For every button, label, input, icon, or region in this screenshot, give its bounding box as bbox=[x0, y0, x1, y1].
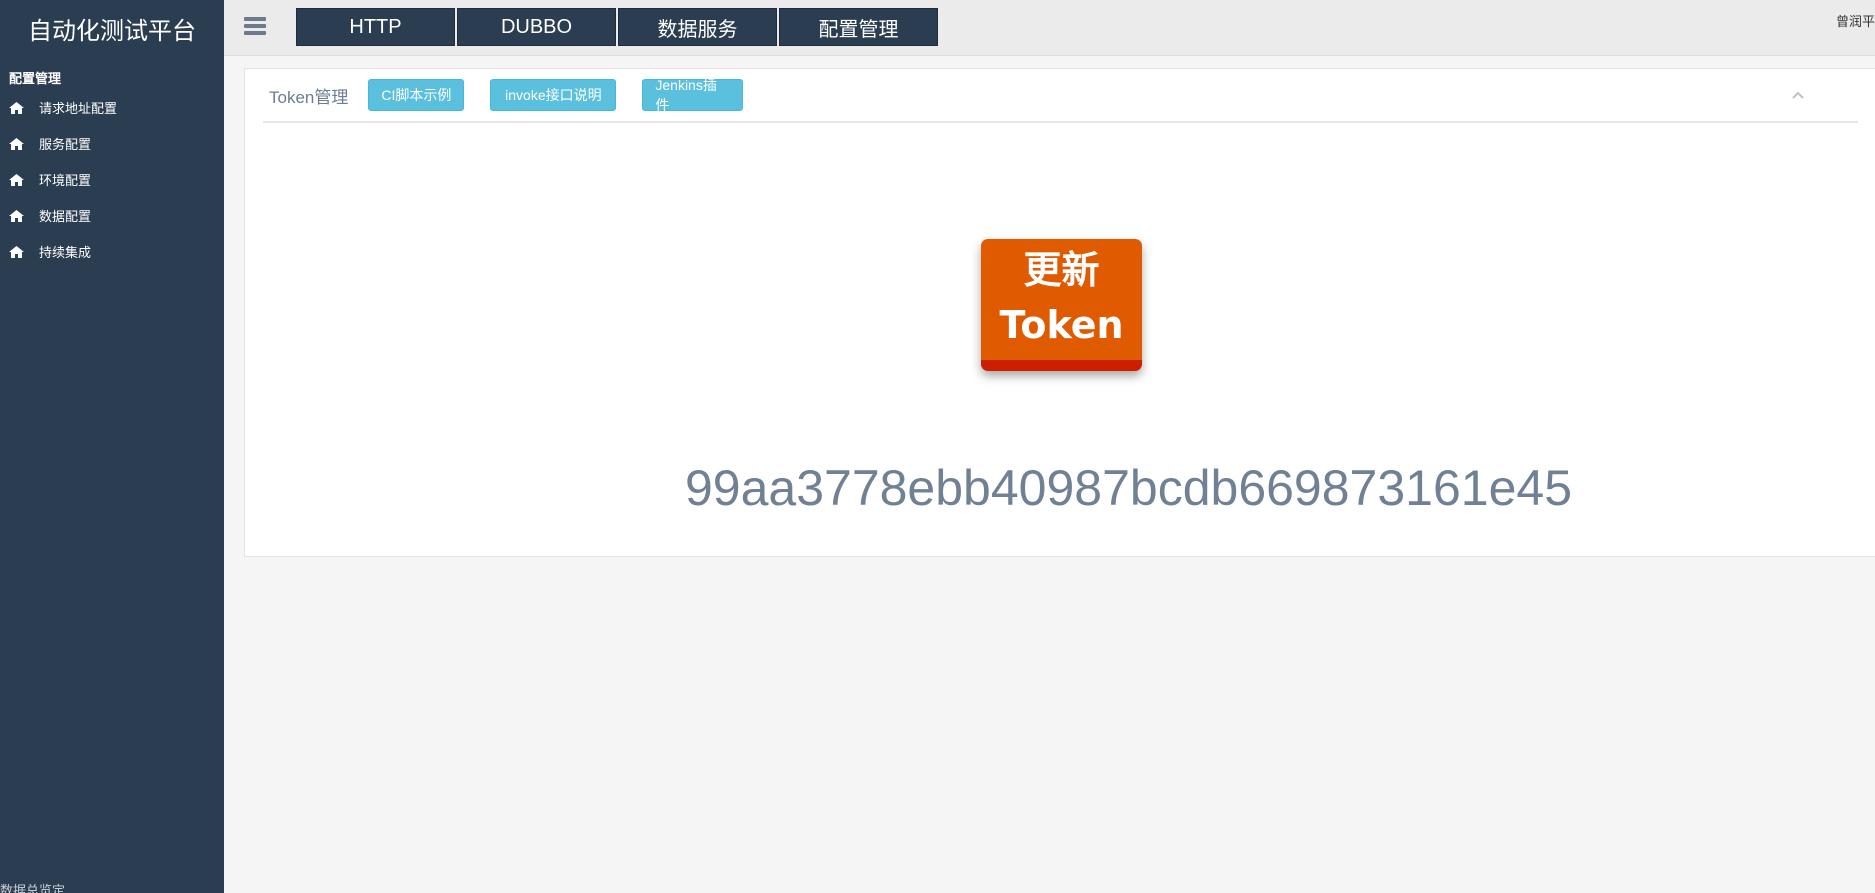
top-tabs: HTTP DUBBO 数据服务 配置管理 bbox=[296, 8, 940, 46]
home-icon bbox=[9, 209, 26, 222]
sidebar: 自动化测试平台 配置管理 请求地址配置 服务配置 环境配置 数据配置 持续集成 … bbox=[0, 0, 224, 893]
tab-dubbo[interactable]: DUBBO bbox=[457, 8, 616, 46]
menu-toggle-icon[interactable] bbox=[240, 14, 272, 42]
sidebar-footer: 数据总览定 ... bbox=[0, 883, 80, 893]
sidebar-item-label: 服务配置 bbox=[39, 136, 92, 152]
sidebar-item-data-config[interactable]: 数据配置 bbox=[0, 197, 224, 233]
update-token-label-line1: 更新 bbox=[1023, 248, 1100, 292]
chevron-up-icon[interactable] bbox=[1788, 85, 1808, 105]
panel-title: Token管理 bbox=[269, 87, 349, 107]
tab-data-service[interactable]: 数据服务 bbox=[618, 8, 777, 46]
token-value: 99aa3778ebb40987bcdb669873161e45 bbox=[684, 460, 1573, 516]
sidebar-item-label: 环境配置 bbox=[39, 172, 92, 188]
sidebar-item-ci[interactable]: 持续集成 bbox=[0, 233, 224, 269]
token-panel: Token管理 CI脚本示例 invoke接口说明 Jenkins插件 更新 T… bbox=[244, 68, 1875, 557]
update-token-label-line2: Token bbox=[999, 303, 1124, 347]
sidebar-item-label: 数据配置 bbox=[39, 208, 92, 224]
sidebar-item-request-address[interactable]: 请求地址配置 bbox=[0, 89, 224, 125]
panel-header: Token管理 CI脚本示例 invoke接口说明 Jenkins插件 bbox=[263, 69, 1858, 123]
app-title[interactable]: 自动化测试平台 bbox=[0, 0, 224, 56]
home-icon bbox=[9, 137, 26, 150]
update-token-button[interactable]: 更新 Token bbox=[981, 239, 1142, 371]
sidebar-item-label: 持续集成 bbox=[39, 244, 92, 260]
sidebar-item-service-config[interactable]: 服务配置 bbox=[0, 125, 224, 161]
home-icon bbox=[9, 173, 26, 186]
sidebar-item-label: 请求地址配置 bbox=[39, 100, 118, 116]
top-bar: HTTP DUBBO 数据服务 配置管理 曾润平 bbox=[224, 0, 1875, 56]
ci-script-example-button[interactable]: CI脚本示例 bbox=[368, 79, 465, 111]
sidebar-section-title: 配置管理 bbox=[9, 71, 62, 86]
tab-http[interactable]: HTTP bbox=[296, 8, 455, 46]
invoke-api-doc-button[interactable]: invoke接口说明 bbox=[490, 79, 617, 111]
home-icon bbox=[9, 245, 26, 258]
home-icon bbox=[9, 101, 26, 114]
jenkins-plugin-button[interactable]: Jenkins插件 bbox=[642, 77, 744, 113]
user-name[interactable]: 曾润平 bbox=[1836, 11, 1875, 30]
tab-config-management[interactable]: 配置管理 bbox=[779, 8, 938, 46]
sidebar-item-env-config[interactable]: 环境配置 bbox=[0, 161, 224, 197]
